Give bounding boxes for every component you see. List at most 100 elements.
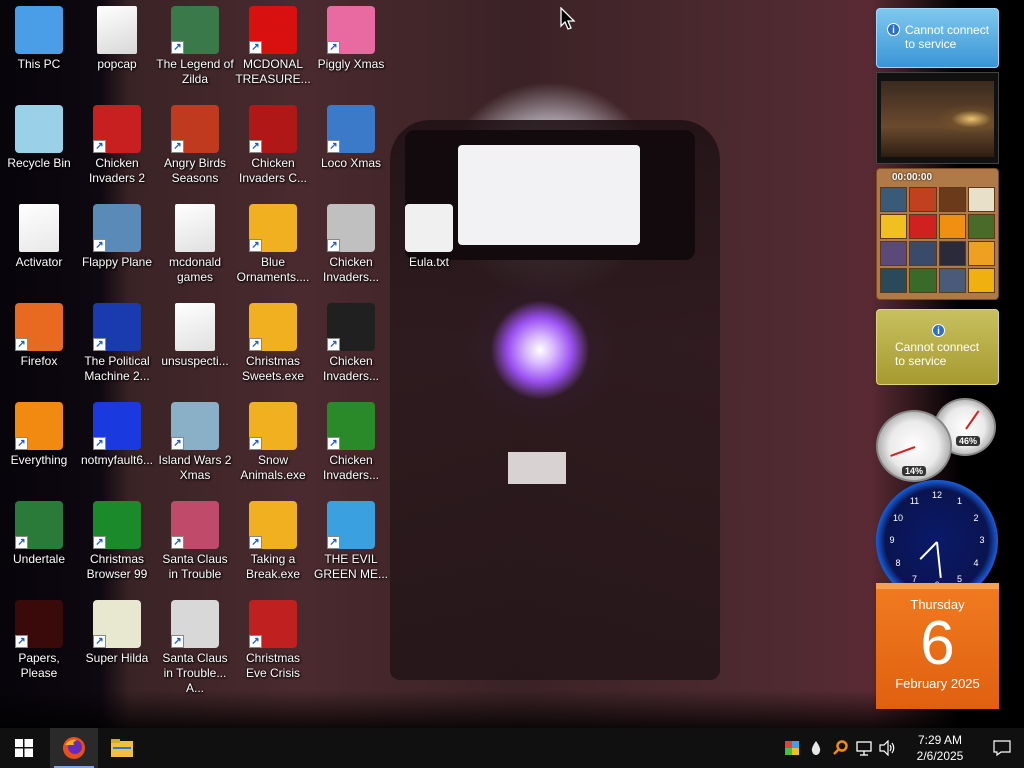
calendar-gadget[interactable]: Thursday 6 February 2025: [876, 583, 999, 709]
computer-icon: [15, 6, 63, 54]
puzzle-tile[interactable]: [938, 268, 966, 293]
puzzle-tile[interactable]: [909, 214, 937, 239]
colorful-app-icon: [785, 741, 799, 755]
shortcut-arrow-icon: ↗: [15, 437, 28, 450]
desktop-icon[interactable]: ↗ Undertale: [0, 501, 78, 567]
shortcut-arrow-icon: ↗: [171, 41, 184, 54]
desktop-icon[interactable]: ↗ Chicken Invaders 2: [78, 105, 156, 186]
desktop-icon[interactable]: ↗ Christmas Browser 99: [78, 501, 156, 582]
desktop-icon[interactable]: ↗ THE EVIL GREEN ME...: [312, 501, 390, 582]
bsod-icon: ↗: [93, 402, 141, 450]
action-center-button[interactable]: [980, 728, 1024, 768]
puzzle-tile[interactable]: [938, 187, 966, 212]
installer-icon: ↗: [249, 501, 297, 549]
shortcut-arrow-icon: ↗: [171, 437, 184, 450]
puzzle-tile[interactable]: [967, 187, 995, 212]
tray-drop-icon[interactable]: [804, 728, 828, 768]
slideshow-image: [881, 81, 994, 157]
desktop-icon[interactable]: ↗ Papers, Please: [0, 600, 78, 681]
desktop-icon-label: Santa Claus in Trouble... A...: [162, 651, 228, 695]
taskbar-clock[interactable]: 7:29 AM 2/6/2025: [900, 732, 980, 764]
desktop-icon[interactable]: ↗ notmyfault6...: [78, 402, 156, 468]
desktop-icon[interactable]: ↗ Piggly Xmas: [312, 6, 390, 72]
tray-app-icon[interactable]: [780, 728, 804, 768]
desktop-icon[interactable]: This PC: [0, 6, 78, 72]
desktop-icon[interactable]: ↗ Christmas Sweets.exe: [234, 303, 312, 384]
puzzle-tile[interactable]: [880, 241, 908, 266]
puzzle-tile[interactable]: [938, 214, 966, 239]
cpu-needle: [890, 446, 916, 457]
political-machine-icon: ↗: [93, 303, 141, 351]
puzzle-grid[interactable]: [880, 187, 995, 293]
desktop-icon[interactable]: ↗ Island Wars 2 Xmas: [156, 402, 234, 483]
start-button[interactable]: [0, 728, 48, 768]
currency-gadget[interactable]: i Cannot connect to service: [876, 309, 999, 385]
desktop-icon[interactable]: ↗ Firefox: [0, 303, 78, 369]
shortcut-arrow-icon: ↗: [249, 437, 262, 450]
shortcut-arrow-icon: ↗: [249, 140, 262, 153]
desktop-icon[interactable]: ↗ Angry Birds Seasons: [156, 105, 234, 186]
desktop-icon-label: Blue Ornaments....: [236, 255, 310, 284]
shortcut-arrow-icon: ↗: [93, 140, 106, 153]
bear-icon: ↗: [327, 105, 375, 153]
folder-icon: [97, 6, 137, 54]
desktop-icon[interactable]: ↗ MCDONAL TREASURE...: [234, 6, 312, 87]
tray-network-icon[interactable]: [852, 728, 876, 768]
puzzle-tile[interactable]: [909, 268, 937, 293]
puzzle-tile[interactable]: [880, 187, 908, 212]
desktop-icon-label: Christmas Sweets.exe: [241, 354, 305, 383]
puzzle-tile[interactable]: [967, 214, 995, 239]
desktop-icon-label: popcap: [97, 57, 137, 71]
desktop-icon[interactable]: popcap: [78, 6, 156, 72]
desktop-icon[interactable]: ↗ Chicken Invaders C...: [234, 105, 312, 186]
desktop-icon[interactable]: ↗ Christmas Eve Crisis: [234, 600, 312, 681]
desktop-icon[interactable]: ↗ Snow Animals.exe: [234, 402, 312, 483]
desktop-icon[interactable]: unsuspecti...: [156, 303, 234, 369]
puzzle-tile[interactable]: [967, 241, 995, 266]
firefox-icon: ↗: [15, 303, 63, 351]
tray-everything-icon[interactable]: [828, 728, 852, 768]
shortcut-arrow-icon: ↗: [15, 338, 28, 351]
desktop-icon[interactable]: ↗ Super Hilda: [78, 600, 156, 666]
desktop-icon[interactable]: ↗ Flappy Plane: [78, 204, 156, 270]
desktop-icon[interactable]: Activator: [0, 204, 78, 270]
desktop-icon[interactable]: ↗ Chicken Invaders...: [312, 204, 390, 285]
taskbar-time: 7:29 AM: [917, 733, 963, 747]
desktop-icon[interactable]: mcdonald games: [156, 204, 234, 285]
weather-gadget[interactable]: i Cannot connect to service: [876, 8, 999, 68]
slideshow-gadget[interactable]: [876, 72, 999, 164]
shortcut-arrow-icon: ↗: [249, 338, 262, 351]
shortcut-arrow-icon: ↗: [327, 239, 340, 252]
picture-puzzle-gadget[interactable]: 00:00:00: [876, 168, 999, 300]
cpu-meter-gadget[interactable]: 46% 14%: [876, 398, 999, 482]
clock-number: 10: [893, 512, 904, 523]
desktop-icon[interactable]: ↗ Blue Ornaments....: [234, 204, 312, 285]
desktop-icon[interactable]: Recycle Bin: [0, 105, 78, 171]
desktop-icon[interactable]: ↗ Chicken Invaders...: [312, 402, 390, 483]
notification-icon: [993, 740, 1011, 756]
puzzle-tile[interactable]: [880, 214, 908, 239]
desktop-icon[interactable]: Eula.txt: [390, 204, 468, 270]
desktop-icon[interactable]: ↗ Santa Claus in Trouble: [156, 501, 234, 582]
desktop-icon[interactable]: ↗ Chicken Invaders...: [312, 303, 390, 384]
folder-icon: [19, 204, 59, 252]
puzzle-tile[interactable]: [909, 187, 937, 212]
puzzle-tile[interactable]: [909, 241, 937, 266]
shortcut-arrow-icon: ↗: [15, 536, 28, 549]
desktop-icon[interactable]: ↗ Santa Claus in Trouble... A...: [156, 600, 234, 696]
messenger-icon: ↗: [327, 501, 375, 549]
desktop-icon[interactable]: ↗ The Political Machine 2...: [78, 303, 156, 384]
desktop-icon[interactable]: ↗ Loco Xmas: [312, 105, 390, 171]
tray-volume-icon[interactable]: [876, 728, 900, 768]
shortcut-arrow-icon: ↗: [327, 437, 340, 450]
puzzle-tile[interactable]: [938, 241, 966, 266]
puzzle-tile[interactable]: [880, 268, 908, 293]
taskbar-firefox-button[interactable]: [50, 728, 98, 768]
desktop-icon[interactable]: ↗ Taking a Break.exe: [234, 501, 312, 582]
shortcut-arrow-icon: ↗: [93, 536, 106, 549]
desktop-icon[interactable]: ↗ Everything: [0, 402, 78, 468]
desktop-icon[interactable]: ↗ The Legend of Zilda: [156, 6, 234, 87]
taskbar-file-explorer-button[interactable]: [98, 728, 146, 768]
taskbar-date: 2/6/2025: [916, 749, 964, 763]
puzzle-tile[interactable]: [967, 268, 995, 293]
